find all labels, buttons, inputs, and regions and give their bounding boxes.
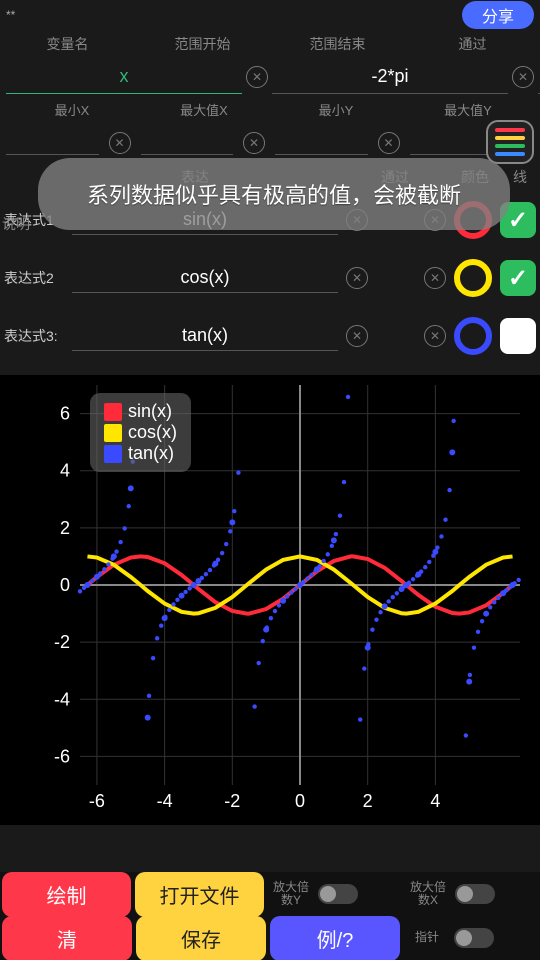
chart: -6 -4 -2 0 2 4 -6 -4 -2 0 2 4 6 sin(x) cos(x) tan(x)	[0, 375, 540, 825]
svg-text:-2: -2	[224, 791, 240, 811]
minmax-inputs: ✕ ✕ ✕ ✕	[0, 123, 540, 163]
description-label: 说明	[2, 214, 30, 234]
svg-text:-6: -6	[89, 791, 105, 811]
maxx-input[interactable]	[141, 131, 234, 155]
range-start-input[interactable]	[272, 60, 508, 94]
save-button[interactable]: 保存	[136, 916, 266, 960]
switch-icon[interactable]	[455, 884, 495, 904]
svg-text:-2: -2	[54, 632, 70, 652]
maxx-label: 最大值X	[138, 100, 270, 119]
svg-text:-6: -6	[54, 746, 70, 766]
svg-text:6: 6	[60, 404, 70, 424]
line-toggle[interactable]	[500, 318, 536, 354]
var-name-input[interactable]	[6, 60, 242, 94]
svg-text:2: 2	[60, 518, 70, 538]
expression-row: 表达式3: ✕ ✕	[0, 307, 540, 365]
svg-text:-4: -4	[54, 689, 70, 709]
bottom-toolbar: 绘制 打开文件 放大倍数Y 放大倍数X 清 保存 例/? 指针	[0, 872, 540, 960]
svg-text:4: 4	[60, 461, 70, 481]
expr-label: 表达式2	[4, 268, 64, 288]
close-icon[interactable]: ✕	[346, 325, 368, 347]
close-icon[interactable]: ✕	[512, 66, 534, 88]
input-headers: 变量名 范围开始 范围结束 通过	[0, 30, 540, 58]
close-icon[interactable]: ✕	[346, 267, 368, 289]
miny-label: 最小Y	[270, 100, 402, 119]
hdr-var: 变量名	[0, 34, 135, 54]
expr-label: 表达式3:	[4, 326, 64, 346]
hdr-range-start: 范围开始	[135, 34, 270, 54]
close-icon[interactable]: ✕	[424, 267, 446, 289]
expr-input[interactable]	[72, 321, 338, 351]
title-prefix: **	[6, 8, 15, 22]
share-button[interactable]: 分享	[462, 1, 534, 29]
example-button[interactable]: 例/?	[270, 916, 400, 960]
switch-icon[interactable]	[318, 884, 358, 904]
color-picker[interactable]	[454, 259, 492, 297]
pointer-control[interactable]: 指针	[402, 928, 540, 948]
minx-input[interactable]	[6, 131, 99, 155]
maxy-label: 最大值Y	[402, 100, 534, 119]
line-toggle[interactable]: ✓	[500, 260, 536, 296]
close-icon[interactable]: ✕	[243, 132, 265, 154]
close-icon[interactable]: ✕	[424, 325, 446, 347]
minx-label: 最小X	[6, 100, 138, 119]
layers-icon[interactable]	[486, 120, 534, 164]
svg-text:-4: -4	[157, 791, 173, 811]
toast-message: 系列数据似乎具有极高的值，会被截断	[38, 158, 510, 230]
switch-icon[interactable]	[454, 928, 494, 948]
zoom-x-control[interactable]: 放大倍数X	[403, 881, 540, 907]
svg-text:2: 2	[363, 791, 373, 811]
svg-text:0: 0	[60, 575, 70, 595]
svg-text:0: 0	[295, 791, 305, 811]
miny-input[interactable]	[275, 131, 368, 155]
color-picker[interactable]	[454, 317, 492, 355]
expr-input[interactable]	[72, 263, 338, 293]
close-icon[interactable]: ✕	[109, 132, 131, 154]
close-icon[interactable]: ✕	[246, 66, 268, 88]
plot-button[interactable]: 绘制	[2, 872, 131, 917]
clear-button[interactable]: 清	[2, 916, 132, 960]
chart-legend: sin(x) cos(x) tan(x)	[90, 393, 191, 472]
hdr-range-end: 范围结束	[270, 34, 405, 54]
svg-text:4: 4	[430, 791, 440, 811]
variable-row: ✕ ✕ ✕ ✕	[0, 58, 540, 96]
expression-row: 表达式2 ✕ ✕ ✓	[0, 249, 540, 307]
hdr-through: 通过	[405, 34, 540, 54]
minmax-headers: 最小X 最大值X 最小Y 最大值Y	[0, 96, 540, 123]
close-icon[interactable]: ✕	[378, 132, 400, 154]
zoom-y-control[interactable]: 放大倍数Y	[266, 881, 403, 907]
open-file-button[interactable]: 打开文件	[135, 872, 264, 917]
